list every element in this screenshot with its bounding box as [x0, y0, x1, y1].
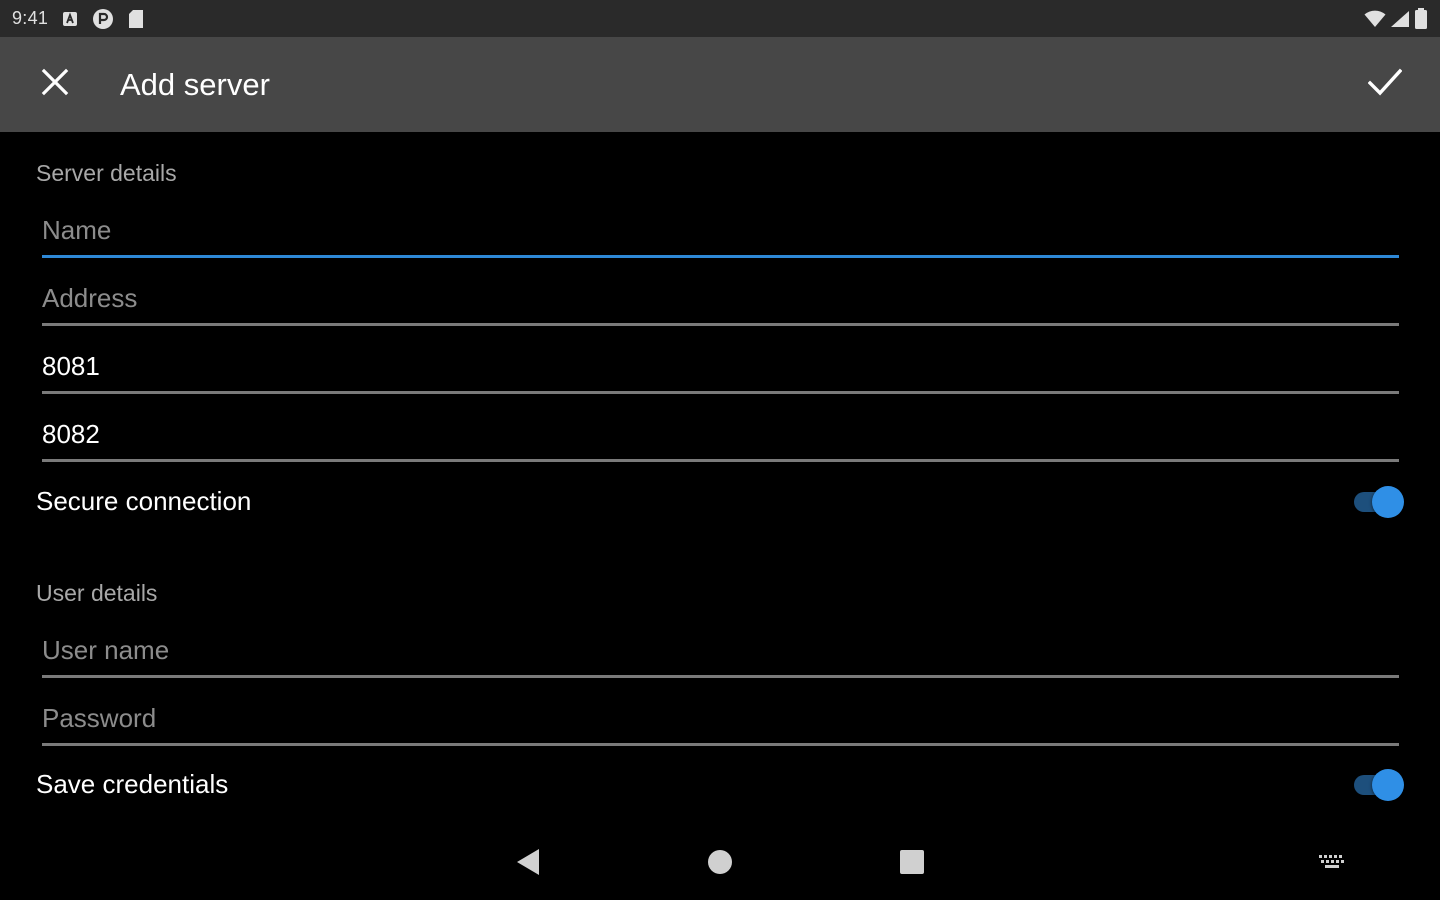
- home-icon: [707, 849, 733, 880]
- app-bar: Add server: [0, 37, 1440, 132]
- cellular-signal-icon: [1390, 10, 1410, 28]
- status-bar: 9:41: [0, 0, 1440, 37]
- navigation-bar: [0, 822, 1440, 900]
- save-credentials-label: Save credentials: [36, 768, 229, 799]
- secure-connection-switch[interactable]: [1352, 484, 1404, 518]
- home-button[interactable]: [700, 844, 740, 884]
- secondary-port-field: [42, 412, 1399, 462]
- check-icon: [1367, 68, 1403, 101]
- keyboard-button[interactable]: [1312, 844, 1352, 884]
- a-notification-icon: [62, 11, 78, 27]
- port-field: [42, 344, 1399, 394]
- password-input[interactable]: [42, 696, 1399, 740]
- secure-connection-row: Secure connection: [36, 476, 1404, 526]
- close-icon: [41, 68, 69, 101]
- save-button[interactable]: [1330, 37, 1440, 132]
- server-details-section-label: Server details: [36, 160, 177, 186]
- name-input[interactable]: [42, 208, 1399, 252]
- back-icon: [515, 848, 541, 881]
- status-left: 9:41: [12, 8, 144, 30]
- user-name-field: [42, 628, 1399, 678]
- secondary-port-input[interactable]: [42, 412, 1399, 456]
- p-notification-icon: [92, 8, 114, 30]
- secure-connection-label: Secure connection: [36, 485, 252, 516]
- form-content: Server details Secure connection User de…: [0, 132, 1440, 822]
- recents-button[interactable]: [892, 844, 932, 884]
- status-time: 9:41: [12, 8, 49, 28]
- keyboard-icon: [1318, 853, 1346, 876]
- user-details-section-label: User details: [36, 580, 158, 606]
- address-input[interactable]: [42, 276, 1399, 320]
- switch-thumb: [1372, 486, 1404, 518]
- save-credentials-switch[interactable]: [1352, 767, 1404, 801]
- close-button[interactable]: [0, 37, 110, 132]
- user-name-input[interactable]: [42, 628, 1399, 672]
- switch-thumb: [1372, 769, 1404, 801]
- port-input[interactable]: [42, 344, 1399, 388]
- status-right: [1364, 7, 1428, 30]
- sd-card-icon: [128, 9, 144, 29]
- name-field: [42, 208, 1399, 258]
- save-credentials-row: Save credentials: [36, 759, 1404, 809]
- address-field: [42, 276, 1399, 326]
- battery-icon: [1414, 7, 1428, 30]
- password-field: [42, 696, 1399, 746]
- back-button[interactable]: [508, 844, 548, 884]
- recents-icon: [899, 849, 925, 880]
- wifi-icon: [1364, 10, 1386, 28]
- page-title: Add server: [120, 66, 270, 102]
